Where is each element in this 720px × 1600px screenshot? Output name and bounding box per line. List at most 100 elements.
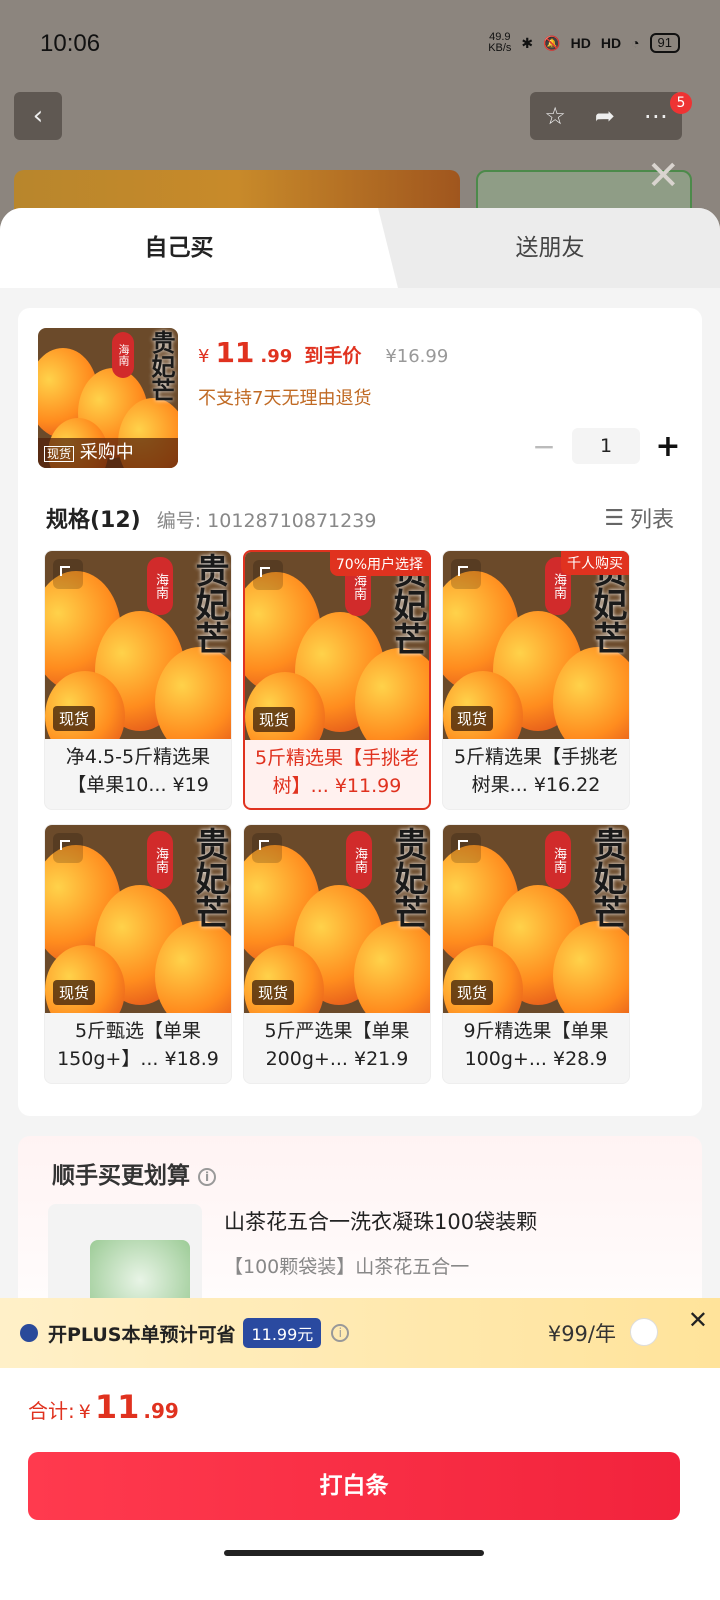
status-icons: 49.9 KB/s ✱ 🔕 HD HD ◔ 91 — [488, 32, 680, 54]
sku-option[interactable]: 海南 贵妃芒 现货 70%用户选择 5斤精选果【手挑老树】... ¥11.99 — [243, 550, 431, 810]
quantity-input[interactable]: 1 — [572, 428, 640, 464]
close-icon[interactable]: ✕ — [688, 1306, 708, 1334]
expand-icon[interactable] — [451, 833, 481, 863]
sku-option[interactable]: 海南 贵妃芒现货 9斤精选果【单果100g+... ¥28.9 — [442, 824, 630, 1084]
decrease-button[interactable]: − — [530, 430, 558, 463]
total-price: 合计: ¥ 11 .99 — [28, 1388, 179, 1426]
plus-promo-text: 开PLUS本单预计可省 — [48, 1323, 236, 1346]
more-icon[interactable]: ⋯ — [644, 102, 668, 130]
spec-title: 规格(12) — [46, 508, 141, 533]
seal-label: 海南 — [545, 831, 571, 889]
calligraphy-label: 贵妃芒 — [189, 553, 229, 655]
info-icon[interactable]: i — [331, 1324, 350, 1342]
price-symbol: ¥ — [198, 346, 210, 367]
bluetooth-icon: ✱ — [521, 34, 534, 51]
seal-label: 海南 — [147, 557, 173, 615]
quantity-stepper: − 1 + — [530, 428, 682, 464]
signal-icon-2: HD — [600, 35, 622, 51]
total-decimal: .99 — [143, 1399, 179, 1423]
sku-image: 海南 贵妃芒现货 — [443, 825, 629, 1013]
product-thumbnail[interactable]: 海南 贵妃芒 现货 采购中 — [38, 328, 178, 468]
message-badge: 5 — [670, 92, 692, 114]
share-icon[interactable]: ➦ — [595, 102, 615, 130]
info-icon[interactable]: i — [198, 1167, 216, 1186]
plus-price: ¥99/年 — [547, 1322, 616, 1346]
sku-label: 5斤严选果【单果200g+... ¥21.9 — [264, 1020, 410, 1070]
no-return-notice: 不支持7天无理由退货 — [198, 388, 372, 409]
back-button[interactable]: ‹ — [14, 92, 62, 140]
net-speed: 49.9 KB/s — [488, 31, 512, 54]
stock-tag: 现货 — [44, 446, 75, 462]
spec-header: 规格(12) 编号: 10128710871239 — [46, 502, 376, 534]
calligraphy-label: 贵妃芒 — [147, 330, 175, 402]
expand-icon[interactable] — [451, 559, 481, 589]
price-integer: 11 — [215, 336, 255, 369]
tab-gift[interactable]: 送朋友 — [400, 208, 700, 288]
wifi-icon: ◔ — [631, 35, 640, 51]
buying-status: 现货 采购中 — [38, 438, 178, 468]
seal-label: 海南 — [112, 332, 134, 378]
sku-option[interactable]: 海南 贵妃芒 现货 千人购买 5斤精选果【手挑老树果... ¥16.22 — [442, 550, 630, 810]
calligraphy-label: 贵妃芒 — [587, 827, 627, 929]
expand-icon[interactable] — [53, 559, 83, 589]
tab-bar: 自己买 送朋友 — [0, 208, 720, 288]
sku-option[interactable]: 海南 贵妃芒现货 5斤严选果【单果200g+... ¥21.9 — [243, 824, 431, 1084]
list-toggle-label: 列表 — [629, 508, 674, 533]
sku-option[interactable]: 海南 贵妃芒 现货 5斤甄选【单果150g+】... ¥18.9 — [44, 824, 232, 1084]
increase-button[interactable]: + — [654, 429, 682, 464]
nav-actions: ☆ ➦ ⋯ — [530, 92, 682, 140]
stock-tag: 现货 — [53, 980, 96, 1005]
sku-label: 5斤甄选【单果150g+】... ¥18.9 — [57, 1020, 219, 1070]
stock-tag: 现货 — [451, 980, 494, 1005]
price-decimal: .99 — [260, 346, 293, 367]
sku-badge: 千人购买 — [561, 551, 629, 575]
addon-title-text: 顺手买更划算 — [52, 1163, 190, 1189]
addon-product-name[interactable]: 山茶花五合一洗衣凝珠100袋装颗 — [224, 1206, 537, 1236]
original-price: ¥16.99 — [385, 346, 449, 367]
sku-label: 9斤精选果【单果100g+... ¥28.9 — [463, 1020, 609, 1070]
sku-image: 海南 贵妃芒 现货 — [45, 825, 231, 1013]
buying-tag: 采购中 — [79, 442, 134, 463]
product-card: 海南 贵妃芒 现货 采购中 ¥ 11 .99 到手价 ¥16.99 不支持7天无… — [18, 308, 702, 1116]
checkout-bar: 合计: ¥ 11 .99 打白条 — [0, 1368, 720, 1600]
sku-image: 海南 贵妃芒 现货 — [443, 551, 629, 739]
close-icon[interactable]: ✕ — [646, 156, 680, 196]
total-symbol: ¥ — [78, 1401, 91, 1423]
list-view-toggle[interactable]: ☰ 列表 — [604, 502, 674, 534]
sku-grid: 海南 贵妃芒 现货 净4.5-5斤精选果【单果10... ¥19 海南 贵妃芒 现货 70%用… — [44, 550, 664, 1090]
status-bar: 10:06 49.9 KB/s ✱ 🔕 HD HD ◔ 91 — [0, 0, 720, 90]
calligraphy-label: 贵妃芒 — [189, 827, 229, 929]
sku-option[interactable]: 海南 贵妃芒现货净4.5-5斤精选果【单果10... ¥19 — [44, 550, 232, 810]
expand-icon[interactable] — [53, 833, 83, 863]
plus-savings-badge: 11.99元 — [243, 1318, 322, 1348]
expand-icon[interactable] — [252, 833, 282, 863]
status-time: 10:06 — [40, 30, 101, 57]
product-code: 编号: 10128710871239 — [156, 510, 377, 532]
addon-title: 顺手买更划算 i — [52, 1156, 216, 1190]
calligraphy-label: 贵妃芒 — [388, 827, 428, 929]
battery-icon: 91 — [649, 33, 680, 53]
seal-label: 海南 — [346, 831, 372, 889]
sku-label: 5斤精选果【手挑老树果... ¥16.22 — [453, 746, 619, 796]
sku-label: 净4.5-5斤精选果【单果10... ¥19 — [65, 746, 211, 796]
plus-select-radio[interactable] — [630, 1318, 658, 1346]
signal-icon: HD — [570, 35, 591, 51]
sku-label: 5斤精选果【手挑老树】... ¥11.99 — [254, 747, 420, 797]
price-row: ¥ 11 .99 到手价 ¥16.99 — [198, 336, 448, 369]
star-icon[interactable]: ☆ — [544, 102, 566, 130]
home-indicator[interactable] — [224, 1550, 484, 1556]
chevron-left-icon: ‹ — [32, 101, 44, 131]
sku-image: 海南 贵妃芒现货 — [45, 551, 231, 739]
baitiao-pay-button[interactable]: 打白条 — [28, 1452, 680, 1520]
stock-tag: 现货 — [252, 980, 295, 1005]
total-label: 合计: — [28, 1399, 75, 1423]
crown-icon — [20, 1324, 38, 1342]
stock-tag: 现货 — [253, 707, 296, 732]
mute-icon: 🔕 — [543, 34, 561, 51]
expand-icon[interactable] — [253, 560, 283, 590]
list-icon: ☰ — [604, 505, 624, 531]
price-tag: 到手价 — [304, 345, 362, 367]
plus-promo-bar: 开PLUS本单预计可省 11.99元 i ¥99/年 ✕ — [0, 1298, 720, 1368]
stock-tag: 现货 — [53, 706, 96, 731]
tab-self[interactable]: 自己买 — [0, 208, 358, 288]
